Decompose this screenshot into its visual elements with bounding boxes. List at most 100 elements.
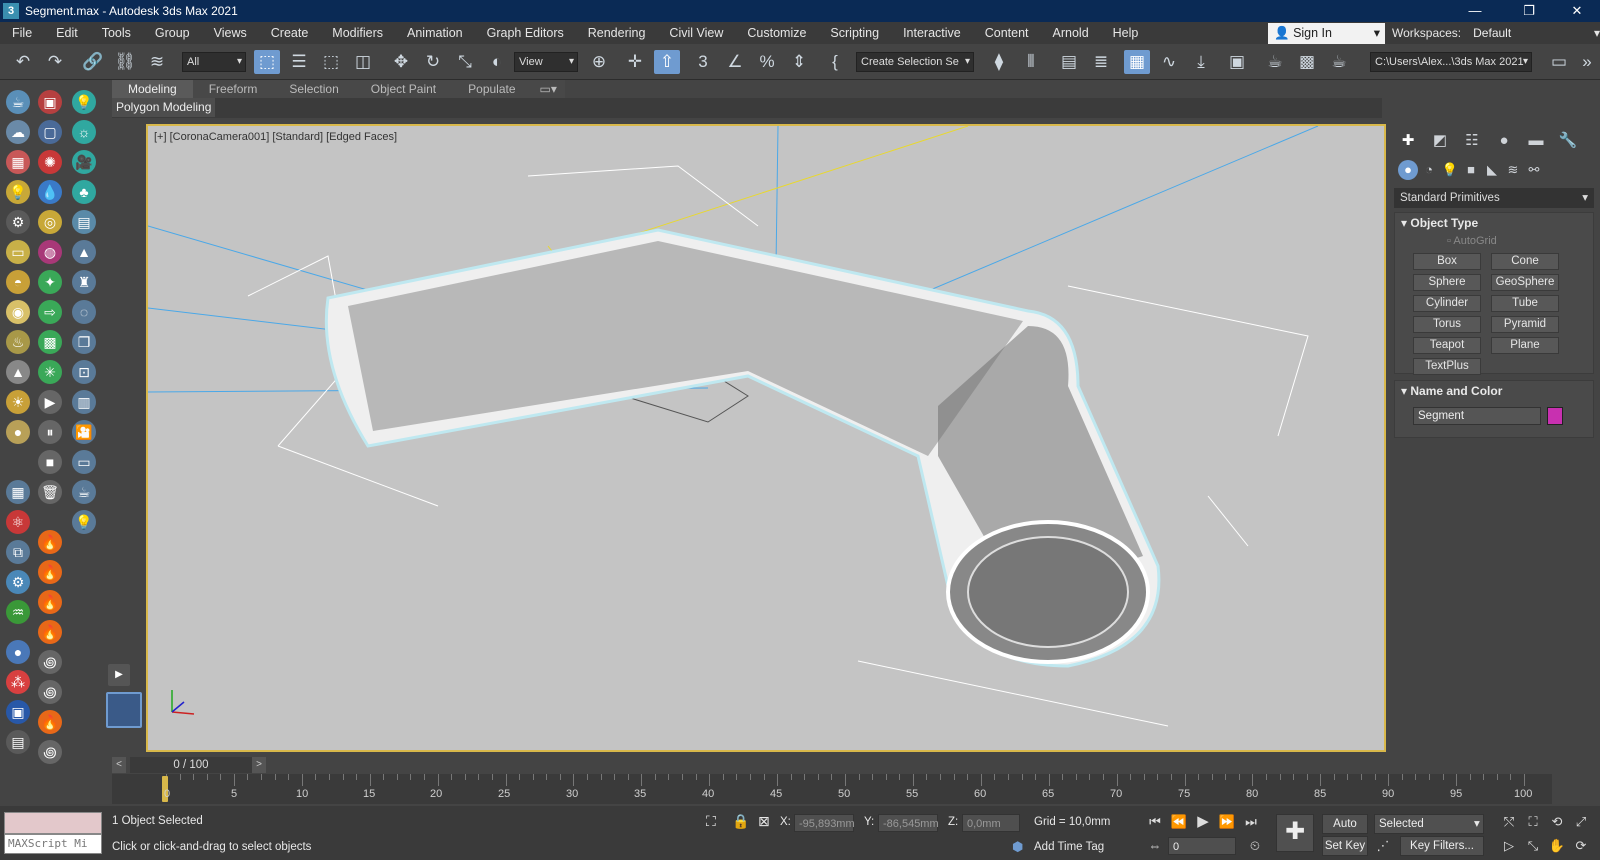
pause-icon[interactable]: ⏸ <box>38 420 62 444</box>
trash-icon[interactable]: 🗑 <box>38 480 62 504</box>
workspace-value[interactable]: Default <box>1469 23 1594 44</box>
autogrid-checkbox[interactable]: ▫ AutoGrid <box>1447 235 1497 247</box>
teapot-button[interactable]: Teapot <box>1413 337 1481 354</box>
stop-icon[interactable]: ■ <box>38 450 62 474</box>
selection-lock-icon[interactable]: 🔒 <box>732 813 749 830</box>
menu-content[interactable]: Content <box>973 22 1041 44</box>
hierarchy-tab-icon[interactable]: ☷ <box>1460 130 1484 152</box>
burst-icon[interactable]: ✳ <box>38 360 62 384</box>
document-icon[interactable]: ▤ <box>6 730 30 754</box>
rectangular-selection-icon[interactable]: ⬚ <box>318 50 344 74</box>
ring-icon[interactable]: ◎ <box>38 210 62 234</box>
select-manipulate-icon[interactable]: ✛ <box>622 50 648 74</box>
pan-icon[interactable]: ▷ <box>1500 838 1518 854</box>
gear-blue-icon[interactable]: ⚙ <box>6 570 30 594</box>
zoom-all-icon[interactable]: ⛶ <box>1524 814 1542 830</box>
sign-in-dropdown[interactable]: 👤 Sign In ▾ <box>1268 23 1385 44</box>
y-coordinate-field[interactable]: -86,545mm <box>878 814 939 832</box>
tab-modeling[interactable]: Modeling <box>112 80 193 98</box>
key-tangent-icon[interactable]: ⋰ <box>1374 838 1392 854</box>
cone-icon[interactable]: ▲ <box>72 240 96 264</box>
tab-freeform[interactable]: Freeform <box>193 80 274 98</box>
polygon-modeling-panel[interactable]: Polygon Modeling <box>112 98 216 117</box>
key-mode-dropdown[interactable]: Selected <box>1374 814 1484 834</box>
snaps-toggle-icon[interactable]: 3 <box>690 50 716 74</box>
zoom-extents-icon[interactable]: ⤲ <box>1500 814 1518 830</box>
cameras-icon[interactable]: ■ <box>1461 160 1481 180</box>
menu-customize[interactable]: Customize <box>735 22 818 44</box>
set-key-button[interactable]: Set Key <box>1322 836 1368 856</box>
wire-box-icon[interactable]: ▢ <box>38 120 62 144</box>
close-button[interactable]: ✕ <box>1554 0 1600 22</box>
bulb-icon[interactable]: 💡 <box>6 180 30 204</box>
fire-icon[interactable]: ✺ <box>38 150 62 174</box>
align-icon[interactable]: ⫴ <box>1018 50 1044 74</box>
color-dots-icon[interactable]: ⁂ <box>6 670 30 694</box>
tab-object-paint[interactable]: Object Paint <box>355 80 452 98</box>
maxscript-mini-listener[interactable]: MAXScript Mi <box>4 834 102 854</box>
ribbon-options-icon[interactable]: ▭▾ <box>532 80 565 98</box>
select-by-name-icon[interactable]: ☰ <box>286 50 312 74</box>
plane-button[interactable]: Plane <box>1491 337 1559 354</box>
menu-file[interactable]: File <box>0 22 44 44</box>
geosphere-button[interactable]: GeoSphere <box>1491 274 1559 291</box>
fire-small-icon[interactable]: 🔥 <box>38 710 62 734</box>
settings-icon[interactable]: ⚙ <box>6 210 30 234</box>
auto-key-button[interactable]: Auto K... <box>1322 814 1368 848</box>
dome-icon[interactable]: ◓ <box>6 270 30 294</box>
menu-edit[interactable]: Edit <box>44 22 90 44</box>
maxscript-listener-output[interactable] <box>4 812 102 834</box>
expand-arrow-icon[interactable]: ▶ <box>108 664 130 686</box>
tab-selection[interactable]: Selection <box>273 80 354 98</box>
helpers-icon[interactable]: ◣ <box>1482 160 1502 180</box>
play-icon[interactable]: ▶ <box>38 390 62 414</box>
percent-snap-icon[interactable]: % <box>754 50 780 74</box>
maximize-button[interactable]: ❐ <box>1506 0 1552 22</box>
molecule-icon[interactable]: ⚛ <box>6 510 30 534</box>
spinner-snap-icon[interactable]: ⇕ <box>786 50 812 74</box>
teapot-icon[interactable]: ☕ <box>6 90 30 114</box>
time-tag-icon[interactable]: ⬢ <box>1012 839 1023 855</box>
menu-views[interactable]: Views <box>202 22 259 44</box>
named-selection-sets-dropdown[interactable]: Create Selection Se <box>856 52 974 72</box>
field-of-view-icon[interactable]: ⤡ <box>1524 838 1542 854</box>
time-configuration-icon[interactable]: ⏲ <box>1246 838 1264 854</box>
selection-filter-dropdown[interactable]: All <box>182 52 246 72</box>
x-coordinate-field[interactable]: -95,893mm <box>794 814 855 832</box>
menu-help[interactable]: Help <box>1101 22 1151 44</box>
layers-icon[interactable]: ❐ <box>72 330 96 354</box>
redo-icon[interactable]: ↷ <box>42 50 68 74</box>
flame-2-icon[interactable]: 🔥 <box>38 560 62 584</box>
flame-3-icon[interactable]: 🔥 <box>38 590 62 614</box>
go-to-end-icon[interactable]: ⏭ <box>1242 814 1260 830</box>
light-bulb-icon[interactable]: 💡 <box>72 90 96 114</box>
motion-tab-icon[interactable]: ● <box>1492 130 1516 152</box>
teapot-small-icon[interactable]: ☕ <box>72 480 96 504</box>
menu-scripting[interactable]: Scripting <box>818 22 891 44</box>
unlink-icon[interactable]: ⛓ <box>112 50 138 74</box>
tab-populate[interactable]: Populate <box>452 80 531 98</box>
pyramid-button[interactable]: Pyramid <box>1491 316 1559 333</box>
set-key-big-icon[interactable]: ✚ <box>1276 814 1314 852</box>
menu-rendering[interactable]: Rendering <box>576 22 658 44</box>
cylinder-button[interactable]: Cylinder <box>1413 295 1481 312</box>
absolute-mode-icon[interactable]: ⊠ <box>758 813 770 830</box>
tube-button[interactable]: Tube <box>1491 295 1559 312</box>
material-editor-icon[interactable]: ▣ <box>1224 50 1250 74</box>
swirl-2-icon[interactable]: ꩜ <box>38 680 62 704</box>
textplus-button[interactable]: TextPlus <box>1413 358 1481 375</box>
cloud-icon[interactable]: ☁ <box>6 120 30 144</box>
grass-icon[interactable]: ♒ <box>6 600 30 624</box>
bell-icon[interactable]: ♜ <box>72 270 96 294</box>
previous-frame-icon[interactable]: ⏪ <box>1170 814 1188 830</box>
box-button[interactable]: Box <box>1413 253 1481 270</box>
reference-coordinate-dropdown[interactable]: View <box>514 52 578 72</box>
workspace-settings-icon[interactable]: ▭ <box>1546 50 1572 74</box>
project-folder-dropdown[interactable]: C:\Users\Alex...\3ds Max 2021 <box>1370 52 1532 72</box>
maximize-viewport-icon[interactable]: ⤢ <box>1572 814 1590 830</box>
tree-icon[interactable]: ♣ <box>72 180 96 204</box>
key-filters-button[interactable]: Key Filters... <box>1400 836 1484 856</box>
menu-interactive[interactable]: Interactive <box>891 22 973 44</box>
toggle-ribbon-icon[interactable]: ▦ <box>1124 50 1150 74</box>
edit-named-selection-icon[interactable]: { <box>822 50 848 74</box>
